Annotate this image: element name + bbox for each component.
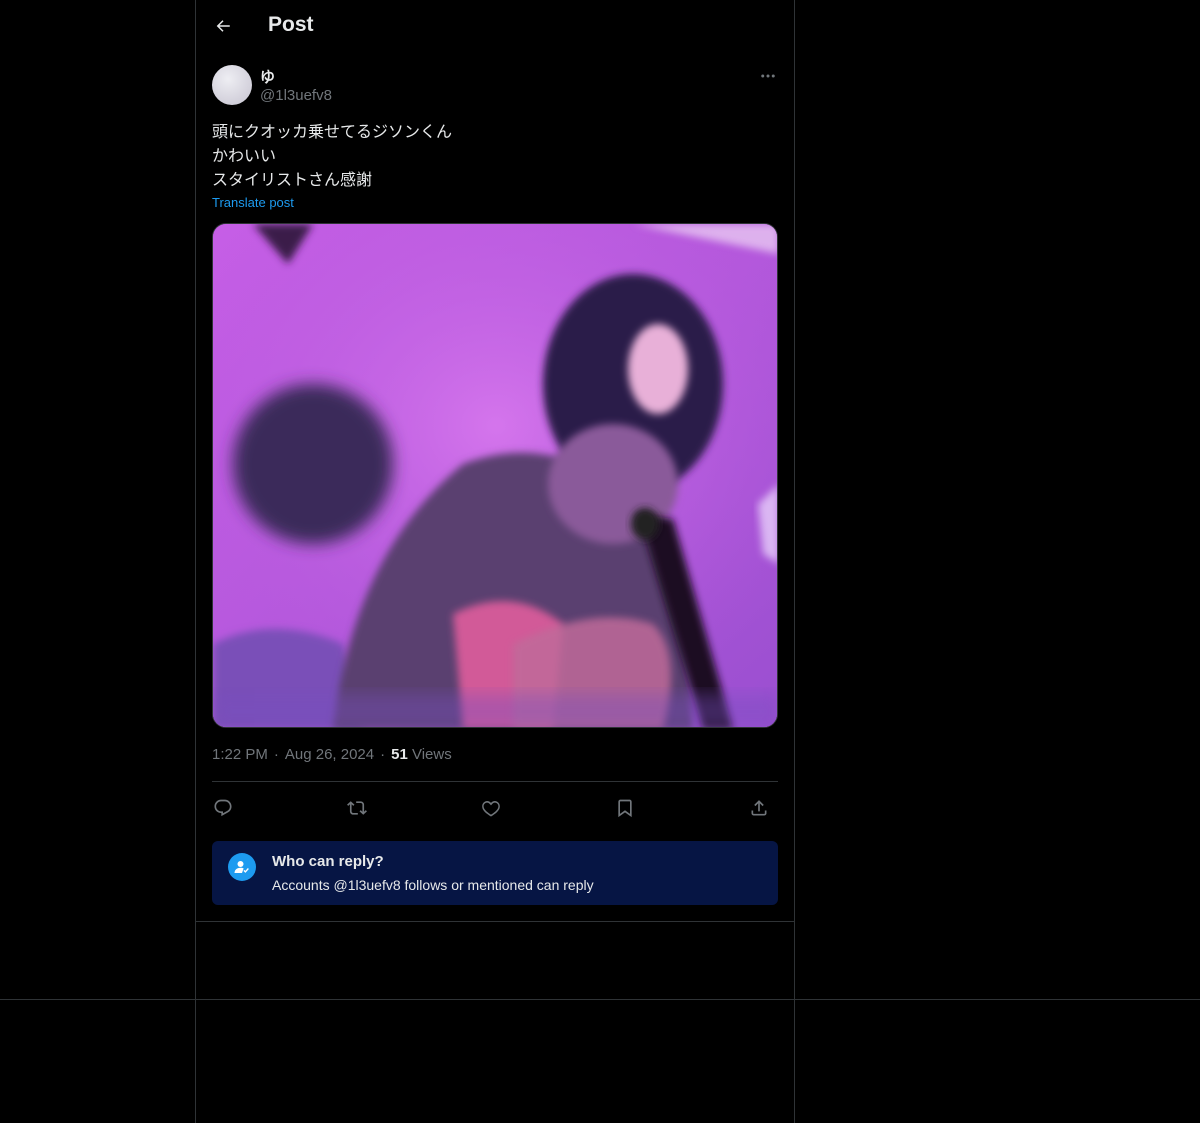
post-text-line: かわいい: [212, 146, 277, 165]
post-column: Post ゆ @1l3uefv8 頭にクオッカ乗せてるジソンくん かわいい スタ…: [196, 0, 794, 922]
post-text-line: スタイリストさん感謝: [212, 170, 373, 189]
arrow-left-icon: [216, 20, 230, 32]
bookmark-button[interactable]: [610, 793, 640, 823]
reply-button[interactable]: [208, 793, 238, 823]
reply-icon: [214, 799, 232, 817]
repost-button[interactable]: [342, 793, 372, 823]
bookmark-icon: [618, 799, 632, 818]
column-border-right: [794, 0, 795, 1123]
mention-user-icon: [228, 853, 256, 881]
avatar[interactable]: [212, 65, 252, 105]
like-icon: [482, 801, 500, 817]
repost-icon: [347, 801, 367, 815]
page-header: Post: [196, 0, 794, 54]
meta-separator: ·: [380, 746, 386, 763]
post-media-video[interactable]: [212, 223, 778, 728]
post-meta: 1:22 PM · Aug 26, 2024 · 51 Views: [212, 746, 452, 763]
post-text: 頭にクオッカ乗せてるジソンくん かわいい スタイリストさん感謝: [212, 120, 772, 192]
page-bottom-divider: [0, 999, 1200, 1000]
media-frame: [213, 224, 777, 727]
views-count: 51: [391, 746, 408, 763]
who-can-reply-description: Accounts @1l3uefv8 follows or mentioned …: [272, 877, 594, 893]
translate-post-link[interactable]: Translate post: [212, 195, 294, 210]
share-button[interactable]: [744, 793, 774, 823]
more-options-button[interactable]: [756, 64, 780, 88]
post-time[interactable]: 1:22 PM: [212, 746, 268, 763]
action-bar: [212, 791, 778, 821]
author-handle[interactable]: @1l3uefv8: [260, 87, 332, 104]
author-display-name[interactable]: ゆ: [260, 66, 275, 87]
person-check-icon: [234, 861, 249, 873]
page-title: Post: [268, 13, 314, 36]
views-label: Views: [411, 746, 452, 763]
share-icon: [751, 800, 767, 816]
meta-divider: [212, 781, 778, 782]
post-date[interactable]: Aug 26, 2024: [285, 746, 374, 763]
like-button[interactable]: [476, 793, 506, 823]
meta-separator: ·: [273, 746, 279, 763]
back-button[interactable]: [206, 9, 240, 43]
who-can-reply-notice: Who can reply? Accounts @1l3uefv8 follow…: [212, 841, 778, 905]
more-dots-icon: [761, 74, 775, 78]
post-text-line: 頭にクオッカ乗せてるジソンくん: [212, 122, 453, 141]
who-can-reply-title: Who can reply?: [272, 853, 384, 870]
